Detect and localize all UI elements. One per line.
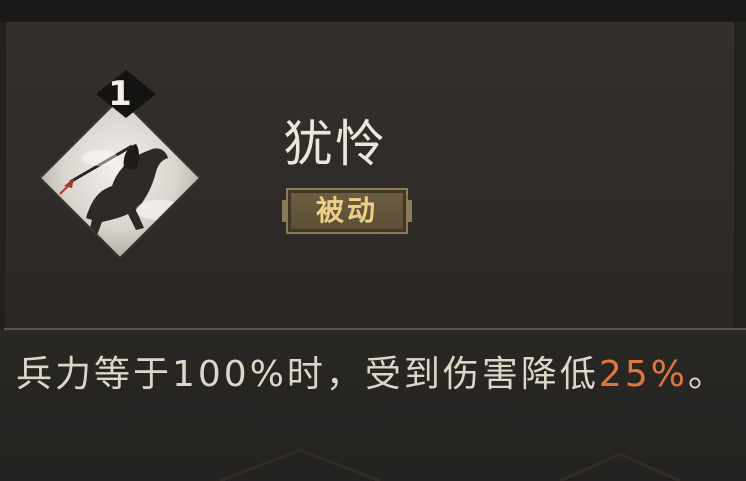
skill-level: 1 — [108, 74, 132, 114]
cavalry-spear-rider-icon — [40, 98, 200, 258]
description-text-end: 。 — [687, 354, 727, 395]
bottom-ornament — [219, 448, 681, 481]
skill-description: 兵力等于100%时，受到伤害降低25%。 — [16, 352, 736, 398]
skill-type-label: 被动 — [315, 194, 378, 227]
description-highlight-value: 25% — [598, 354, 688, 395]
description-text: 兵力等于100%时，受到伤害降低 — [16, 354, 599, 395]
skill-type-badge: 被动 — [282, 188, 412, 234]
top-strip — [0, 0, 746, 22]
skill-name: 犹怜 — [283, 115, 387, 173]
skill-tooltip: 1 犹怜 被动 兵力等于100%时，受到伤害降低25%。 — [0, 0, 746, 481]
